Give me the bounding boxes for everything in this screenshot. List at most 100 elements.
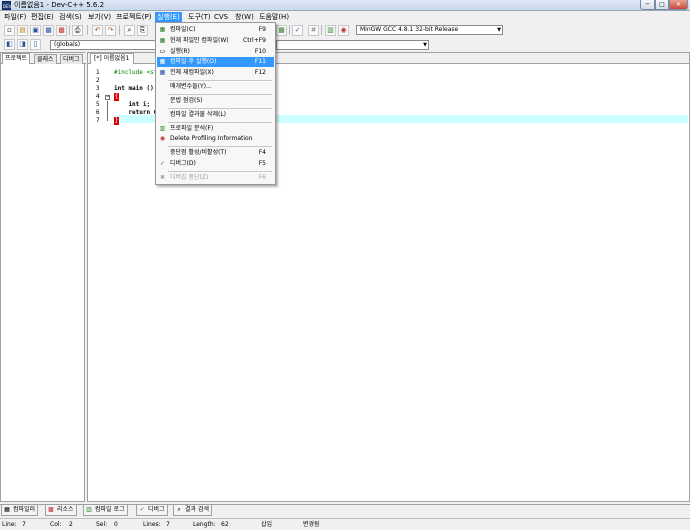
status-modified: 변경됨 — [303, 521, 320, 528]
code-line: return 0; — [114, 109, 161, 116]
menu-item-shortcut: F11 — [254, 58, 266, 65]
menu-item-profile-analysis[interactable]: ▥ 프로파일 분석(F) — [157, 124, 274, 134]
menu-item-label: 디버깅 중단(Z) — [170, 174, 209, 181]
menu-separator — [168, 122, 272, 123]
fold-minus-icon[interactable]: − — [105, 95, 110, 100]
tab-label: 컴파일 로그 — [95, 506, 125, 513]
menu-separator — [168, 108, 272, 109]
status-sel-value: 0 — [114, 521, 118, 528]
delete-profile-icon[interactable]: ◉ — [338, 25, 349, 36]
tab-file[interactable]: [*] 이름없음1 — [90, 53, 134, 64]
minimize-button[interactable]: ─ — [640, 0, 655, 10]
menu-edit[interactable]: 편집(E) — [29, 12, 56, 22]
debug-icon: ✓ — [139, 506, 145, 513]
menu-item-debug[interactable]: ✓ 디버그(D) F5 — [157, 159, 274, 169]
status-lines-label: Lines: — [143, 521, 161, 528]
run-icon: ▭ — [159, 48, 166, 55]
class-browser-icon[interactable]: ◧ — [4, 39, 15, 50]
menu-file[interactable]: 파일(F) — [2, 12, 28, 22]
check-syntax-icon[interactable]: ✓ — [292, 25, 303, 36]
compiler-select[interactable]: MinGW GCC 4.8.1 32-bit Release ▼ — [356, 25, 503, 35]
tab-find-results[interactable]: ⌕ 결과 검색 — [173, 505, 212, 516]
menu-item-label: 프로파일 분석(F) — [170, 125, 214, 132]
tab-compiler[interactable]: ▦ 컴파일러 — [1, 505, 39, 516]
menu-item-compile-and-run[interactable]: ▦ 컴파일 후 실행(O) F11 — [157, 57, 274, 67]
tab-label: 리소스 — [57, 506, 74, 513]
resources-icon: ▩ — [48, 506, 54, 513]
status-line-value: 7 — [22, 521, 26, 528]
line-number: 2 — [96, 77, 100, 84]
menu-item-delete-profiling[interactable]: ◉ Delete Profiling Information — [157, 134, 274, 144]
goto-icon[interactable]: ◨ — [17, 39, 28, 50]
save-all-icon[interactable]: ▦ — [43, 25, 54, 36]
class-toolbar: ◧ ◨ ▯ (globals) ▼ — [0, 38, 690, 52]
line-number: 7 — [96, 117, 100, 124]
tab-compile-log[interactable]: ▥ 컴파일 로그 — [83, 505, 128, 516]
new-file-icon[interactable]: ▫ — [4, 25, 15, 36]
menu-item-rebuild-all[interactable]: ▦ 전체 재컴파일(X) F12 — [157, 68, 274, 78]
menu-item-parameters[interactable]: 매개변수들(Y)... — [157, 82, 274, 92]
tab-resources[interactable]: ▩ 리소스 — [45, 505, 77, 516]
main-toolbar: ▫ ▤ ▣ ▦ ▩ ⎙ ↶ ↷ ⌕ ⎘ ▦ ✓ ✖ ▥ ◉ MinGW GCC … — [0, 23, 690, 38]
profile-chart-icon[interactable]: ▥ — [325, 25, 336, 36]
menu-item-shortcut: F4 — [258, 149, 266, 156]
status-col-value: 2 — [69, 521, 73, 528]
menu-project[interactable]: 프로젝트(P) — [114, 12, 153, 22]
open-file-icon[interactable]: ▤ — [17, 25, 28, 36]
undo-icon[interactable]: ↶ — [92, 25, 103, 36]
print-icon[interactable]: ⎙ — [72, 25, 83, 36]
chevron-down-icon: ▼ — [423, 42, 427, 48]
status-bar: Line: 7 Col: 2 Sel: 0 Lines: 7 Length: 6… — [0, 518, 690, 530]
line-number: 5 — [96, 101, 100, 108]
replace-icon[interactable]: ⎘ — [137, 25, 148, 36]
menu-item-shortcut: F9 — [258, 26, 266, 33]
menu-item-clean[interactable]: 컴파일 결과물 삭제(L) — [157, 110, 274, 120]
menu-item-compile-current-file[interactable]: ▦ 현재 파일만 컴파일(W) Ctrl+F9 — [157, 36, 274, 46]
menu-item-compile[interactable]: ▦ 컴파일(C) F9 — [157, 25, 274, 35]
menu-search[interactable]: 검색(S) — [57, 12, 84, 22]
redo-icon[interactable]: ↷ — [105, 25, 116, 36]
menu-cvs[interactable]: CVS — [212, 12, 230, 22]
tab-label: 결과 검색 — [185, 506, 209, 513]
compiler-icon: ▦ — [4, 506, 10, 513]
menu-item-label: 컴파일 후 실행(O) — [170, 58, 217, 65]
member-select[interactable]: ▼ — [276, 40, 429, 50]
tab-classes[interactable]: 클래스 — [34, 54, 57, 64]
scope-select[interactable]: (globals) — [50, 40, 156, 50]
menu-view[interactable]: 보기(V) — [86, 12, 113, 22]
status-lines-value: 7 — [166, 521, 170, 528]
maximize-button[interactable]: □ — [655, 0, 669, 10]
line-number: 1 — [96, 69, 100, 76]
menu-item-run[interactable]: ▭ 실행(R) F10 — [157, 47, 274, 57]
find-icon[interactable]: ⌕ — [124, 25, 135, 36]
delete-profiling-icon: ◉ — [159, 135, 166, 142]
left-panel-tabs: 프로젝트 클래스 디버그 — [1, 53, 86, 64]
code-line: int main () — [114, 85, 154, 92]
scope-select-value: (globals) — [54, 41, 81, 48]
menu-item-toggle-breakpoint[interactable]: 중단점 활성/비활성(T) F4 — [157, 148, 274, 158]
line-number: 6 — [96, 109, 100, 116]
line-gutter: 1 2 3 4 5 6 7 − — [88, 67, 112, 497]
menu-tools[interactable]: 도구(T) — [186, 12, 213, 22]
compile-run-icon[interactable]: ▦ — [276, 25, 287, 36]
menu-item-shortcut: Ctrl+F9 — [243, 37, 266, 44]
close-window-button[interactable]: ✕ — [669, 0, 688, 10]
status-insert-mode: 삽입 — [261, 521, 273, 528]
tab-project[interactable]: 프로젝트 — [2, 53, 31, 64]
menu-help[interactable]: 도움말(H) — [257, 12, 291, 22]
close-file-icon[interactable]: ▩ — [56, 25, 67, 36]
save-icon[interactable]: ▣ — [30, 25, 41, 36]
tab-debug[interactable]: 디버그 — [60, 54, 83, 64]
window-title: 이름없음1 - Dev-C++ 5.6.2 — [14, 1, 105, 9]
menu-window[interactable]: 창(W) — [233, 12, 256, 22]
tab-debug-output[interactable]: ✓ 디버그 — [136, 505, 168, 516]
menu-execute[interactable]: 실행(E) — [155, 12, 182, 22]
menu-item-syntax-check[interactable]: 문법 점검(S) — [157, 96, 274, 106]
compile-icon: ▦ — [159, 26, 166, 33]
menu-item-label: 매개변수들(Y)... — [170, 83, 212, 90]
menu-separator — [168, 80, 272, 81]
stop-icon[interactable]: ✖ — [308, 25, 319, 36]
bookmark-icon[interactable]: ▯ — [30, 39, 41, 50]
menu-item-label: 중단점 활성/비활성(T) — [170, 149, 227, 156]
title-bar: DEV 이름없음1 - Dev-C++ 5.6.2 ─ □ ✕ — [0, 0, 690, 11]
